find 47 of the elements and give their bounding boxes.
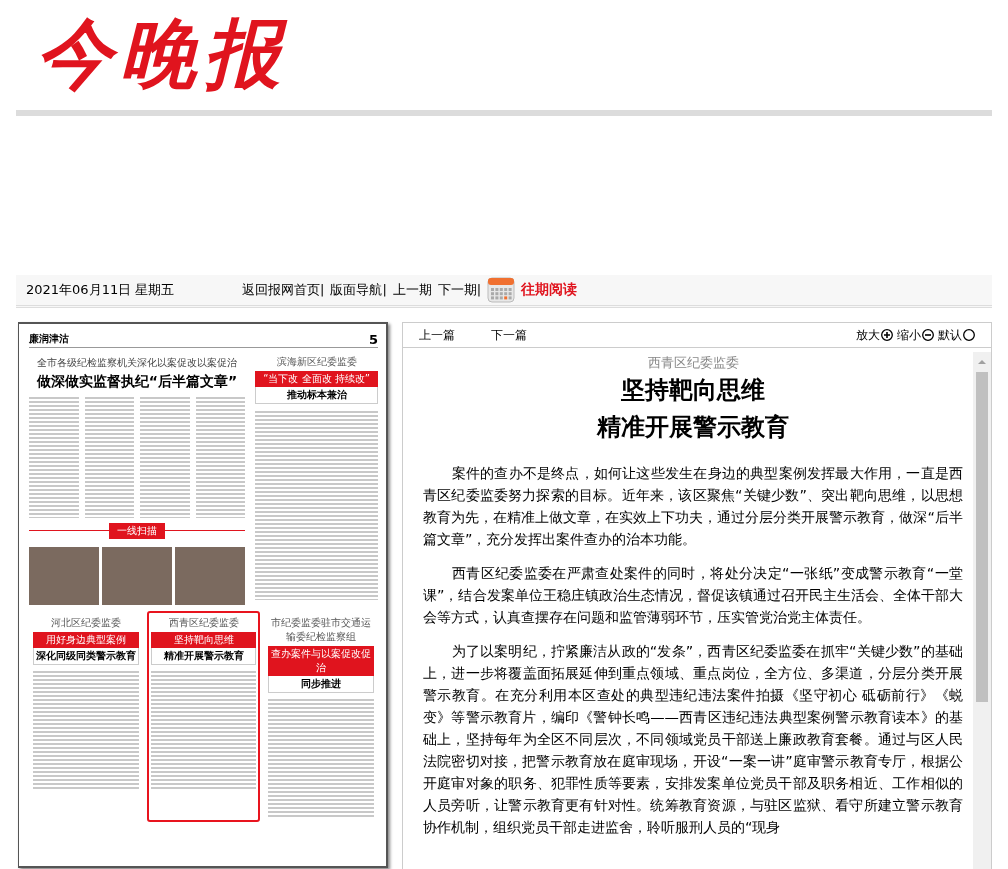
- article-source: 河北区纪委监委: [49, 616, 122, 630]
- article-paragraph: 为了以案明纪，拧紧廉洁从政的“发条”，西青区纪委监委在抓牢“关键少数”的基础上，进一步将覆盖面拓展延伸到重点领域、重点岗位，全方位、多渠道，分层分类开展警示教育。在充分利用本区查处的典型违纪违法案件拍摄《坚守初心 砥砺前行》《蜕变》等警示教育片，编印《警钟长鸣——西青区违纪违法典型案例警示教育读本》的基础上，坚持每年为全区不同层次，不同领域党员干部送上廉政教育套餐。通过与区人民法院密切对接，把警示教育放在庭审现场，开设“一案一讲”庭审警示教育专厅，根据公开庭审对象的职务、犯罪性质等要素，安排发案单位党员干部及职务相近、工作相似的人员旁听，让警示教育更有针对性。统筹教育资源，与驻区监狱、看守所建立警示教育协作机制，组织党员干部走进监舍，聆听服刑人员的“现身: [423, 642, 963, 837]
- archive-link[interactable]: 往期阅读: [521, 281, 578, 299]
- newspaper-logo: 今晚报: [36, 16, 288, 92]
- article-title: 坚持靶向思维: [621, 375, 765, 406]
- zoom-button[interactable]: 默认: [938, 326, 975, 344]
- nav-link[interactable]: 下一期|: [437, 281, 482, 299]
- next-article-link[interactable]: 下一篇: [491, 326, 527, 344]
- article-source: 滨海新区纪委监委: [275, 355, 358, 369]
- minus-icon: [922, 329, 934, 341]
- section-banner: 一线扫描: [109, 523, 165, 539]
- article-source: 西青区纪委监委: [647, 354, 739, 372]
- scroll-up-icon[interactable]: [976, 358, 988, 366]
- photo-placeholder: [29, 547, 99, 605]
- issue-date: 2021年06月11日 星期五: [25, 281, 176, 299]
- section-title: 廉润津沽: [29, 332, 69, 346]
- article-title: 用好身边典型案例: [33, 632, 139, 648]
- photo-placeholder: [102, 547, 172, 605]
- calendar-icon[interactable]: [487, 277, 516, 303]
- article-paragraph: 西青区纪委监委在严肃查处案件的同时，将处分决定“一张纸”变成警示教育“一堂课”，结合发案单位王稳庄镇政治生态情况，督促该镇通过召开民主生活会、全体干部大会等方式，认真查摆存在问题和监管薄弱环节，压实管党治党主体责任。: [423, 564, 963, 627]
- nav-link[interactable]: 上一期: [392, 281, 432, 299]
- article-subtitle: 深化同级同类警示教育: [33, 648, 139, 665]
- photo-placeholder: [175, 547, 245, 605]
- article-subtitle: 同步推进: [268, 676, 374, 693]
- zoom-button[interactable]: 缩小: [897, 326, 934, 344]
- nav-link[interactable]: 版面导航|: [330, 281, 387, 299]
- article-title: 查办案件与以案促改促治: [268, 646, 374, 676]
- article-subtitle: 推动标本兼治: [255, 387, 378, 404]
- previous-article-link[interactable]: 上一篇: [419, 326, 455, 344]
- zoom-button[interactable]: 放大: [856, 326, 893, 344]
- article-title[interactable]: “当下改 全面改 持续改”: [255, 371, 378, 387]
- headline-kicker: 全市各级纪检监察机关深化以案促改以案促治: [37, 356, 237, 370]
- plus-icon: [881, 329, 893, 341]
- article-paragraph: 案件的查办不是终点，如何让这些发生在身边的典型案例发挥最大作用，一直是西青区纪委监委努力探索的目标。近年来，该区聚焦“关键少数”、突出靶向思维，以思想教育为先，在精准上做文章，在实效上下功夫，通过分层分类开展警示教育，做深“后半篇文章”，充分发挥出案件查办的治本功能。: [423, 464, 963, 549]
- article-area[interactable]: 市纪委监委驻市交通运输委纪检监察组 查办案件与以案促改促治 同步推进: [264, 611, 378, 822]
- article-area[interactable]: 西青区纪委监委 坚持靶向思维 精准开展警示教育: [146, 611, 261, 822]
- article-source: 市纪委监委驻市交通运输委纪检监察组: [270, 616, 373, 644]
- headline: 做深做实监督执纪“后半篇文章”: [36, 373, 238, 391]
- article-subtitle: 精准开展警示教育: [150, 648, 257, 665]
- article-title: 精准开展警示教育: [597, 412, 789, 443]
- circle-icon: [963, 329, 975, 341]
- page-number: 5: [368, 333, 378, 346]
- nav-link[interactable]: 返回报网首页|: [242, 281, 325, 299]
- scrollbar[interactable]: [973, 352, 991, 869]
- article-title: 坚持靶向思维: [150, 632, 257, 648]
- article-source: 西青区纪委监委: [167, 616, 240, 630]
- article-area[interactable]: 河北区纪委监委 用好身边典型案例 深化同级同类警示教育: [29, 611, 143, 822]
